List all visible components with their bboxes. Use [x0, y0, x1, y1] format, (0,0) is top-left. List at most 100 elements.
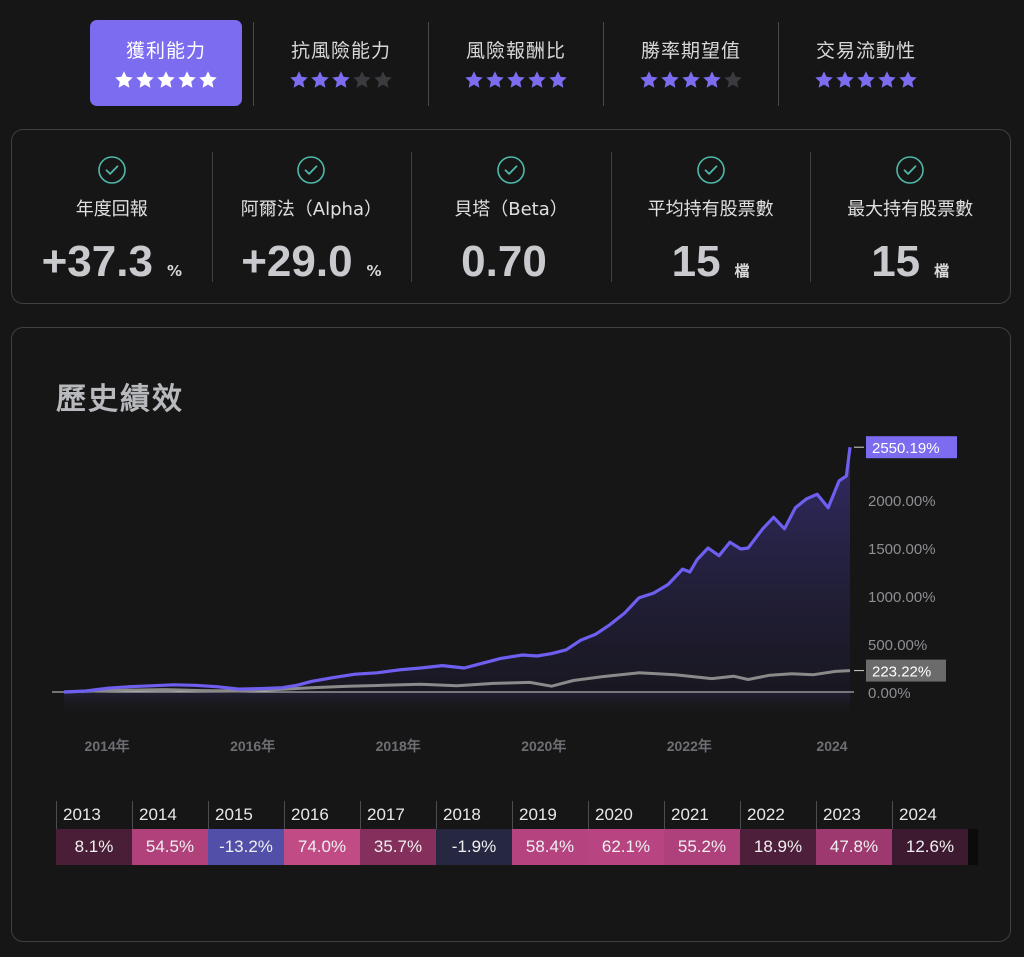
- annual-return-column: 2019 58.4%: [512, 801, 588, 865]
- annual-return-column: 2015 -13.2%: [208, 801, 284, 865]
- metric-unit: 檔: [934, 262, 950, 280]
- y-tick-label: 2000.00%: [868, 493, 936, 510]
- annual-return-column: 2024 12.6%: [892, 801, 968, 865]
- star-rating: [639, 70, 743, 90]
- metric-avg-holdings: 平均持有股票數 15 檔: [610, 130, 811, 303]
- annual-return-column: 2014 54.5%: [132, 801, 208, 865]
- year-label: 2015: [208, 801, 284, 829]
- check-circle-icon: [296, 155, 326, 185]
- star-icon: [373, 70, 393, 90]
- tab-label: 勝率期望值: [640, 40, 741, 62]
- annual-return-column: 2013 8.1%: [56, 801, 132, 865]
- tab-liquidity[interactable]: 交易流動性: [778, 20, 942, 106]
- star-rating: [289, 70, 393, 90]
- check-circle-icon: [97, 155, 127, 185]
- star-icon: [527, 70, 547, 90]
- metric-number: +37.3: [41, 237, 153, 286]
- metric-number: 0.70: [461, 237, 547, 286]
- metric-beta: 貝塔（Beta） 0.70: [411, 130, 611, 303]
- star-icon: [156, 70, 176, 90]
- x-tick-label: 2022年: [667, 738, 712, 754]
- x-tick-label: 2020年: [521, 738, 566, 754]
- y-tick-label: 500.00%: [868, 637, 927, 654]
- year-label: 2024: [892, 801, 968, 829]
- tab-profitability[interactable]: 獲利能力: [90, 20, 242, 106]
- tab-win-rate[interactable]: 勝率期望值: [603, 20, 767, 106]
- check-circle-icon: [696, 155, 726, 185]
- return-cell: 58.4%: [512, 829, 588, 865]
- check-circle-icon: [895, 155, 925, 185]
- strategy-end-label: 2550.19%: [872, 440, 940, 457]
- star-icon: [289, 70, 309, 90]
- star-icon: [485, 70, 505, 90]
- table-end-cap: [968, 829, 978, 865]
- x-tick-label: 2018年: [376, 738, 421, 754]
- y-tick-label: 0.00%: [868, 685, 911, 702]
- star-icon: [135, 70, 155, 90]
- metric-label: 平均持有股票數: [647, 199, 774, 220]
- return-cell: 54.5%: [132, 829, 208, 865]
- metric-value: 0.70: [461, 237, 561, 287]
- metric-unit: %: [166, 262, 182, 280]
- annual-return-column: 2016 74.0%: [284, 801, 360, 865]
- metric-number: 15: [871, 237, 921, 286]
- metric-alpha: 阿爾法（Alpha） +29.0 %: [211, 130, 412, 303]
- annual-return-column: 2020 62.1%: [588, 801, 664, 865]
- metric-value: 15 檔: [672, 237, 750, 287]
- year-label: 2018: [436, 801, 512, 829]
- star-rating: [464, 70, 568, 90]
- benchmark-end-label: 223.22%: [872, 664, 931, 681]
- metric-value: 15 檔: [871, 237, 949, 287]
- return-cell: 47.8%: [816, 829, 892, 865]
- year-label: 2014: [132, 801, 208, 829]
- star-icon: [898, 70, 918, 90]
- metric-unit: 檔: [734, 262, 750, 280]
- year-label: 2017: [360, 801, 436, 829]
- star-icon: [814, 70, 834, 90]
- star-icon: [681, 70, 701, 90]
- return-cell: 35.7%: [360, 829, 436, 865]
- star-icon: [723, 70, 743, 90]
- star-rating: [814, 70, 918, 90]
- annual-return-column: 2022 18.9%: [740, 801, 816, 865]
- tab-label: 獲利能力: [125, 40, 206, 62]
- return-cell: 18.9%: [740, 829, 816, 865]
- metric-value: +29.0 %: [241, 237, 381, 287]
- annual-return-column: 2017 35.7%: [360, 801, 436, 865]
- x-tick-label: 2014年: [85, 738, 130, 754]
- return-cell: 12.6%: [892, 829, 968, 865]
- return-cell: 62.1%: [588, 829, 664, 865]
- strategy-area: [64, 447, 850, 692]
- y-tick-label: 1000.00%: [868, 589, 936, 606]
- metrics-panel: 年度回報 +37.3 % 阿爾法（Alpha） +29.0 % 貝塔（Beta）…: [11, 129, 1011, 304]
- year-label: 2020: [588, 801, 664, 829]
- rating-tabs: 獲利能力 抗風險能力 風險報酬比 勝率期望值 交易流動性: [90, 20, 942, 106]
- star-icon: [310, 70, 330, 90]
- y-tick-label: 1500.00%: [868, 541, 936, 558]
- annual-returns-table: 2013 8.1% 2014 54.5% 2015 -13.2% 2016 74…: [56, 801, 978, 865]
- metric-max-holdings: 最大持有股票數 15 檔: [810, 130, 1010, 303]
- tab-risk-resistance[interactable]: 抗風險能力: [253, 20, 417, 106]
- metric-annual-return: 年度回報 +37.3 %: [12, 130, 212, 303]
- tab-label: 交易流動性: [815, 40, 916, 62]
- performance-chart[interactable]: 2000.00% 1500.00% 1000.00% 500.00% 0.00% 2014…: [12, 328, 1010, 768]
- year-label: 2013: [56, 801, 132, 829]
- annual-return-column: 2021 55.2%: [664, 801, 740, 865]
- year-label: 2019: [512, 801, 588, 829]
- annual-return-column: 2023 47.8%: [816, 801, 892, 865]
- tab-risk-reward[interactable]: 風險報酬比: [428, 20, 592, 106]
- return-cell: -1.9%: [436, 829, 512, 865]
- metric-unit: %: [366, 262, 382, 280]
- year-label: 2021: [664, 801, 740, 829]
- star-icon: [702, 70, 722, 90]
- check-circle-icon: [496, 155, 526, 185]
- star-icon: [198, 70, 218, 90]
- tab-label: 風險報酬比: [465, 40, 566, 62]
- star-icon: [506, 70, 526, 90]
- star-icon: [114, 70, 134, 90]
- annual-return-column: 2018 -1.9%: [436, 801, 512, 865]
- star-icon: [548, 70, 568, 90]
- return-cell: 55.2%: [664, 829, 740, 865]
- metric-value: +37.3 %: [42, 237, 182, 287]
- star-icon: [835, 70, 855, 90]
